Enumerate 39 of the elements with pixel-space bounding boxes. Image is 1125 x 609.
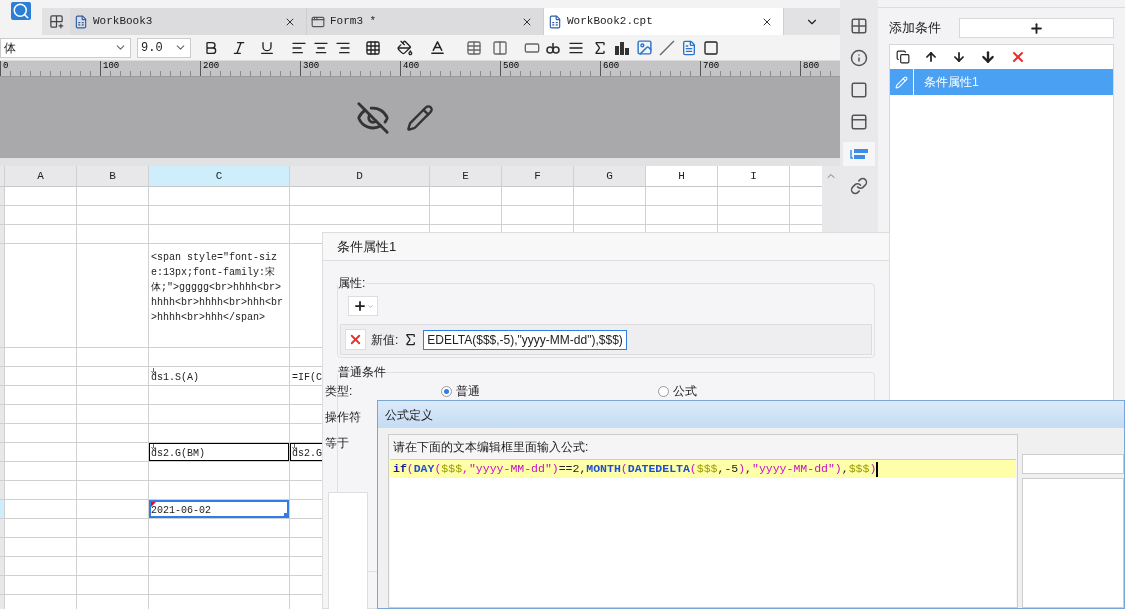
selected-cell[interactable]: 2021-06-02 [149, 500, 290, 519]
operator-value: 等于 [325, 435, 349, 452]
document-tab[interactable]: Form3 * [307, 8, 544, 35]
operator-label: 操作符 [325, 409, 361, 426]
radio-label: 普通 [456, 383, 481, 400]
table-cell[interactable]: ds1.S(A) [149, 367, 290, 386]
formula-editor[interactable]: if(DAY($$$,"yyyy-MM-dd")==2,MONTH(DATEDELTA($$$,-5),"yyyy-MM-dd"),$$$) [390, 459, 1016, 607]
ruler-label: 700 [702, 61, 720, 71]
table-cell[interactable]: ds2.G(BM) [149, 443, 290, 462]
column-header[interactable]: A [5, 166, 77, 186]
ruler-label: 100 [102, 61, 120, 71]
ruler-label: 300 [302, 61, 320, 71]
size-select[interactable]: 9.0 [137, 37, 191, 58]
column-header[interactable]: H [646, 166, 718, 186]
ruler-label: 400 [402, 61, 420, 71]
dialog-title: 条件属性1 [337, 237, 397, 256]
new-value-field[interactable]: EDELTA($$$,-5),"yyyy-MM-dd"),$$$) [423, 329, 627, 350]
column-header[interactable]: I [718, 166, 790, 186]
group-label: 属性: [338, 274, 366, 292]
radio-label: 公式 [672, 383, 697, 400]
group-label: 普通条件 [338, 363, 386, 381]
formula-prompt: 请在下面的文本编辑框里面输入公式: [392, 439, 590, 456]
ruler-label: 200 [202, 61, 220, 71]
document-tab[interactable]: WorkBook3 [70, 8, 307, 35]
column-header[interactable]: F [502, 166, 574, 186]
add-condition-label: 添加条件 [889, 19, 942, 38]
new-value-label: 新值: [371, 331, 399, 349]
column-header[interactable]: E [430, 166, 502, 186]
type-label: 类型: [325, 383, 354, 400]
column-header[interactable]: C [149, 166, 290, 186]
ruler-label: 500 [502, 61, 520, 71]
ruler-label: 600 [602, 61, 620, 71]
ruler-label: 800 [802, 61, 820, 71]
ruler-label: 0 [2, 61, 9, 71]
table-cell[interactable]: <span style="font-size:13px;font-family:宋体;">ggggg<br>hhhh<br>hhhh<br>hhhh<br>hhh<br>hhhh<br>hhh</span> [149, 244, 290, 348]
column-header[interactable]: D [290, 166, 430, 186]
document-tab[interactable]: WorkBook2.cpt [544, 8, 784, 35]
font-select[interactable]: 体 [0, 37, 131, 58]
dialog-title: 公式定义 [385, 406, 433, 424]
